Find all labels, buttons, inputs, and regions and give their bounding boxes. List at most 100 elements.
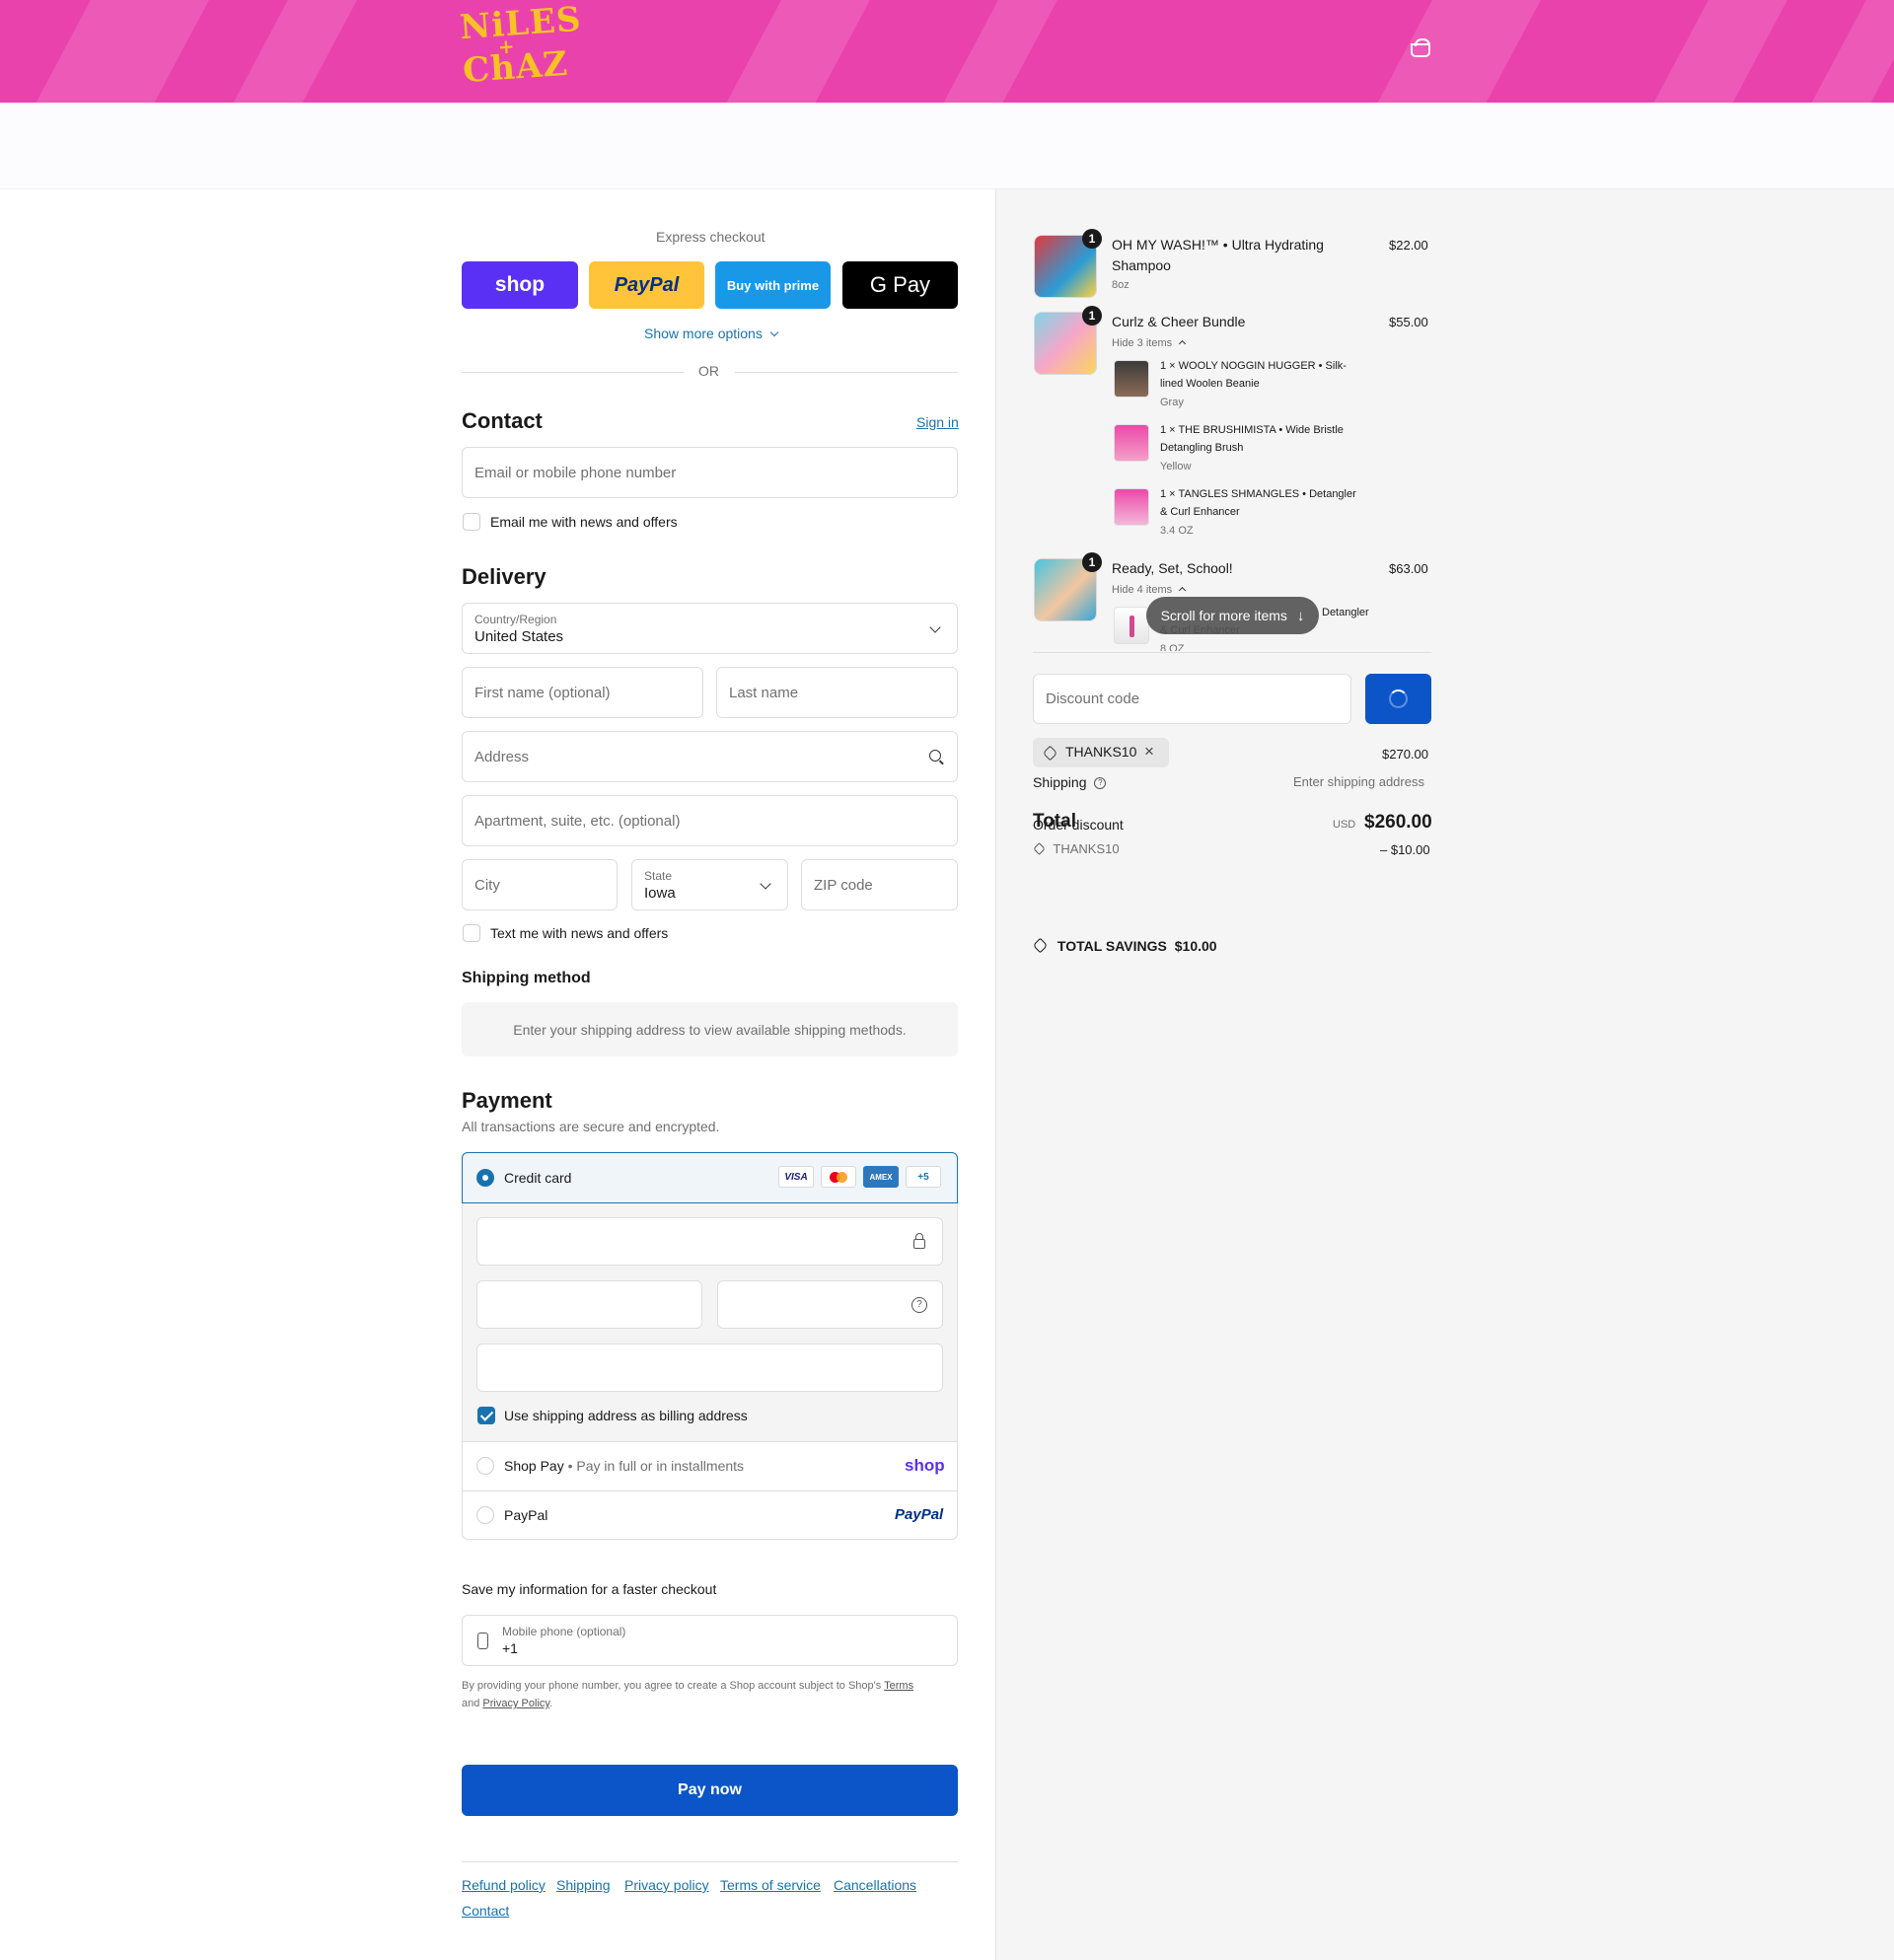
- subtotal-value: $270.00: [1382, 747, 1428, 762]
- contact-link[interactable]: Contact: [462, 1903, 509, 1919]
- terms-link[interactable]: Terms: [884, 1680, 913, 1692]
- footer-divider: [462, 1861, 958, 1862]
- text-news-checkbox[interactable]: [463, 924, 480, 942]
- city-field[interactable]: City: [462, 859, 618, 910]
- discount-code-row: THANKS10: [1033, 841, 1120, 856]
- amex-icon: AMEX: [863, 1166, 899, 1188]
- amazon-pay-button[interactable]: Buy with prime: [715, 261, 831, 309]
- apartment-field[interactable]: Apartment, suite, etc. (optional): [462, 795, 958, 846]
- terms-of-service-link[interactable]: Terms of service: [720, 1877, 821, 1893]
- credit-card-radio[interactable]: [476, 1169, 494, 1187]
- credit-card-label: Credit card: [504, 1170, 572, 1186]
- state-select[interactable]: State Iowa: [631, 859, 788, 910]
- last-name-placeholder: Last name: [729, 684, 799, 701]
- help-icon[interactable]: ?: [1094, 777, 1107, 790]
- mobile-phone-field[interactable]: Mobile phone (optional) +1: [462, 1615, 958, 1666]
- item-price: $22.00: [1389, 238, 1428, 253]
- total-label: Total: [1033, 811, 1076, 832]
- legal-and: and: [462, 1698, 480, 1709]
- first-name-field[interactable]: First name (optional): [462, 667, 703, 718]
- state-value: Iowa: [644, 885, 676, 902]
- shop-pay-radio[interactable]: [476, 1457, 494, 1475]
- shop-pay-button[interactable]: shop: [462, 261, 578, 309]
- privacy-policy-link[interactable]: Privacy Policy: [482, 1698, 549, 1709]
- item-title: Curlz & Cheer Bundle: [1112, 314, 1246, 329]
- order-list-divider: [1033, 652, 1431, 653]
- country-select[interactable]: Country/Region United States: [462, 603, 958, 654]
- total-savings-row: TOTAL SAVINGS $10.00: [1032, 937, 1217, 954]
- shop-pay-description: Pay in full or in installments: [576, 1458, 745, 1474]
- apply-discount-button[interactable]: [1365, 674, 1431, 724]
- total-savings-value: $10.00: [1174, 938, 1217, 954]
- name-on-card-field[interactable]: [476, 1343, 943, 1392]
- subitem-title: 1 × THE BRUSHIMISTA • Wide Bristle: [1160, 424, 1344, 436]
- shipping-policy-link[interactable]: Shipping: [556, 1877, 611, 1893]
- zip-placeholder: ZIP code: [814, 876, 873, 894]
- mastercard-icon: [821, 1166, 856, 1188]
- expiration-date-field[interactable]: [476, 1280, 702, 1329]
- paypal-radio[interactable]: [476, 1506, 494, 1524]
- pay-now-label: Pay now: [678, 1781, 742, 1798]
- chevron-down-icon: [769, 327, 778, 337]
- tag-icon: [1042, 745, 1058, 762]
- legal-end: .: [549, 1698, 553, 1709]
- security-code-field[interactable]: ?: [717, 1280, 943, 1329]
- close-icon[interactable]: ×: [1144, 742, 1154, 762]
- subitem-image: [1114, 607, 1149, 644]
- refund-policy-link[interactable]: Refund policy: [462, 1877, 546, 1893]
- hide-items-toggle[interactable]: Hide 3 items: [1112, 337, 1187, 349]
- privacy-policy-footer-link[interactable]: Privacy policy: [624, 1877, 709, 1893]
- cancellations-link[interactable]: Cancellations: [834, 1877, 916, 1893]
- mobile-phone-label: Mobile phone (optional): [502, 1625, 626, 1638]
- payment-heading: Payment: [462, 1088, 552, 1113]
- billing-same-label: Use shipping address as billing address: [504, 1408, 748, 1423]
- payment-subtitle: All transactions are secure and encrypte…: [462, 1119, 720, 1134]
- item-price: $63.00: [1389, 561, 1428, 576]
- zip-field[interactable]: ZIP code: [801, 859, 958, 910]
- paypal-option-label: PayPal: [504, 1507, 548, 1523]
- shop-pay-name: Shop Pay: [504, 1458, 564, 1474]
- discount-code-field[interactable]: Discount code: [1033, 674, 1351, 724]
- show-more-options-link[interactable]: Show more options: [644, 326, 778, 341]
- save-info-heading: Save my information for a faster checkou…: [462, 1581, 717, 1597]
- shipping-value: Enter shipping address: [1293, 774, 1424, 789]
- address-field[interactable]: Address: [462, 731, 958, 782]
- currency-label: USD: [1333, 819, 1356, 831]
- chevron-down-icon: [929, 621, 941, 633]
- visa-icon: VISA: [778, 1166, 814, 1188]
- paypal-label: PayPal: [614, 273, 680, 296]
- divider-right: [735, 372, 958, 373]
- applied-code-label: THANKS10: [1065, 744, 1137, 760]
- arrow-down-icon: ↓: [1296, 607, 1305, 624]
- subitem-title-line-2: Detangling Brush: [1160, 442, 1244, 454]
- discount-value: – $10.00: [1380, 842, 1430, 857]
- subitem-title-line-2: lined Woolen Beanie: [1160, 378, 1260, 390]
- subitem-title-line-2: & Curl Enhancer: [1160, 506, 1240, 518]
- last-name-field[interactable]: Last name: [716, 667, 958, 718]
- pay-now-button[interactable]: Pay now: [462, 1765, 958, 1816]
- applied-discount-tag: THANKS10 ×: [1033, 738, 1169, 767]
- subitem-variant: 8 OZ: [1160, 643, 1185, 651]
- chevron-up-icon: [1179, 586, 1187, 595]
- hide-items-toggle[interactable]: Hide 4 items: [1112, 584, 1187, 596]
- email-field[interactable]: Email or mobile phone number: [462, 447, 958, 498]
- card-number-field[interactable]: [476, 1217, 943, 1266]
- google-pay-button[interactable]: G Pay: [842, 261, 958, 309]
- more-brands-badge: +5: [906, 1166, 941, 1188]
- help-icon[interactable]: ?: [911, 1297, 927, 1313]
- billing-same-checkbox[interactable]: [477, 1407, 495, 1424]
- paypal-button[interactable]: PayPal: [589, 261, 704, 309]
- express-checkout-title: Express checkout: [656, 229, 765, 245]
- subitem-title: 1 × WOOLY NOGGIN HUGGER • Silk-: [1160, 360, 1347, 372]
- shop-pay-option-label: Shop Pay • Pay in full or in installment…: [504, 1458, 744, 1474]
- item-title: OH MY WASH!™ • Ultra Hydrating: [1112, 237, 1324, 253]
- quantity-badge: 1: [1082, 229, 1102, 249]
- paypal-logo: PayPal: [895, 1506, 944, 1523]
- store-logo[interactable]: NiLES + ChAZ: [459, 0, 583, 96]
- tag-icon: [1033, 842, 1046, 855]
- sign-in-link[interactable]: Sign in: [916, 414, 959, 430]
- cart-icon[interactable]: [1411, 38, 1430, 57]
- quantity-badge: 1: [1082, 306, 1102, 326]
- scroll-for-more-pill[interactable]: Scroll for more items ↓: [1146, 597, 1319, 634]
- email-news-checkbox[interactable]: [463, 513, 480, 531]
